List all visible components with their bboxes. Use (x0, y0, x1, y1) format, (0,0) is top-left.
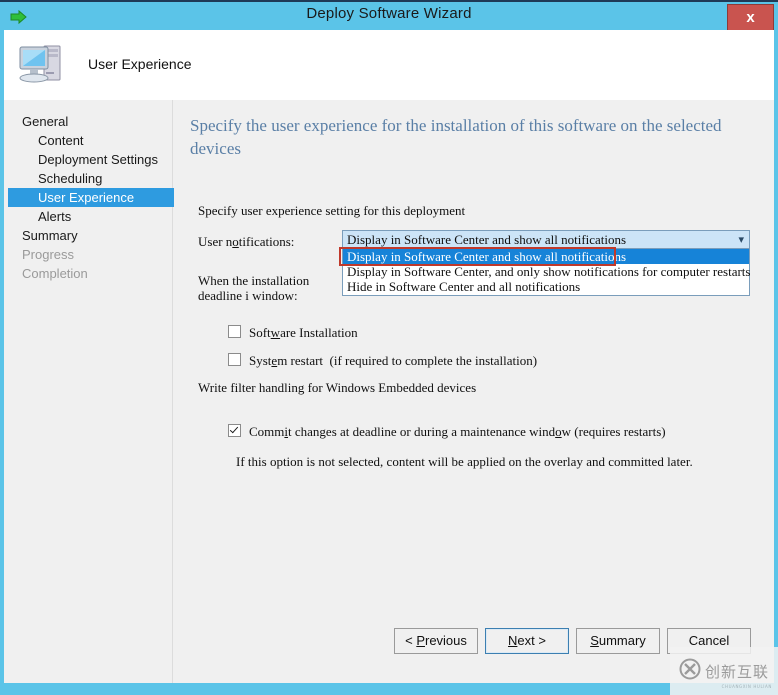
combobox-option-2[interactable]: Hide in Software Center and all notifica… (343, 279, 749, 294)
deadline-label: When the installation deadline i window: (198, 273, 310, 303)
titlebar: Deploy Software Wizard x (0, 0, 778, 32)
sidebar-item-user-experience[interactable]: User Experience (8, 188, 199, 207)
combobox-option-list[interactable]: Display in Software Center and show all … (342, 249, 750, 296)
wizard-content: Specify the user experience for the inst… (174, 100, 774, 683)
software-installation-checkbox[interactable] (228, 325, 241, 338)
window-title: Deploy Software Wizard (306, 5, 472, 22)
sidebar-item-scheduling[interactable]: Scheduling (4, 169, 173, 188)
sidebar-item-progress: Progress (22, 247, 75, 262)
chevron-down-icon[interactable]: ▾ (738, 233, 744, 247)
combobox-selected-value: Display in Software Center and show all … (347, 232, 627, 247)
commit-changes-label: Commit changes at deadline or during a m… (249, 424, 666, 439)
software-installation-checkbox-row[interactable]: Software Installation (228, 325, 358, 341)
wizard-banner: User Experience (4, 30, 774, 100)
sidebar-item-deployment-settings[interactable]: Deployment Settings (4, 150, 173, 169)
system-restart-label: System restart (if required to complete … (249, 353, 538, 368)
user-notifications-label: User notifications: (198, 234, 295, 249)
sidebar-item-summary[interactable]: Summary (4, 226, 173, 245)
deploy-software-wizard-window: Deploy Software Wizard x User Experience (0, 0, 778, 695)
watermark-subtext: CHUANGXIN HULIAN (721, 684, 772, 689)
combobox-field[interactable]: Display in Software Center and show all … (342, 230, 750, 249)
commit-changes-checkbox-row[interactable]: Commit changes at deadline or during a m… (228, 424, 666, 440)
instruction-text: Specify user experience setting for this… (198, 203, 466, 218)
system-restart-checkbox-row[interactable]: System restart (if required to complete … (228, 353, 537, 369)
previous-button[interactable]: < Previous (394, 628, 478, 654)
write-filter-label: Write filter handling for Windows Embedd… (198, 380, 477, 395)
watermark-text: 创新互联 (704, 662, 769, 681)
sidebar-item-alerts[interactable]: Alerts (4, 207, 173, 226)
banner-title: User Experience (88, 56, 192, 72)
software-installation-label: Software Installation (249, 325, 358, 340)
sidebar-item-general[interactable]: General (4, 112, 173, 131)
wizard-body: General Content Deployment Settings Sche… (4, 100, 774, 683)
sidebar-item-content[interactable]: Content (4, 131, 173, 150)
page-title: Specify the user experience for the inst… (190, 116, 722, 158)
commit-changes-checkbox[interactable] (228, 424, 241, 437)
commit-help-text: If this option is not selected, content … (236, 454, 693, 469)
x-circle-logo-icon (679, 658, 701, 685)
wizard-sidebar: General Content Deployment Settings Sche… (4, 100, 199, 683)
summary-button[interactable]: Summary (576, 628, 660, 654)
sidebar-item-completion: Completion (22, 266, 88, 281)
next-button[interactable]: Next > (485, 628, 569, 654)
sidebar-nav-list: General Content Deployment Settings Sche… (4, 112, 199, 283)
combobox-option-1[interactable]: Display in Software Center, and only sho… (343, 264, 750, 279)
user-notifications-combobox[interactable]: Display in Software Center and show all … (339, 230, 750, 296)
computer-icon (16, 38, 74, 92)
watermark: 创新互联 CHUANGXIN HULIAN (670, 647, 778, 695)
close-button[interactable]: x (727, 4, 774, 32)
system-restart-checkbox[interactable] (228, 353, 241, 366)
combobox-option-0[interactable]: Display in Software Center and show all … (343, 249, 749, 264)
